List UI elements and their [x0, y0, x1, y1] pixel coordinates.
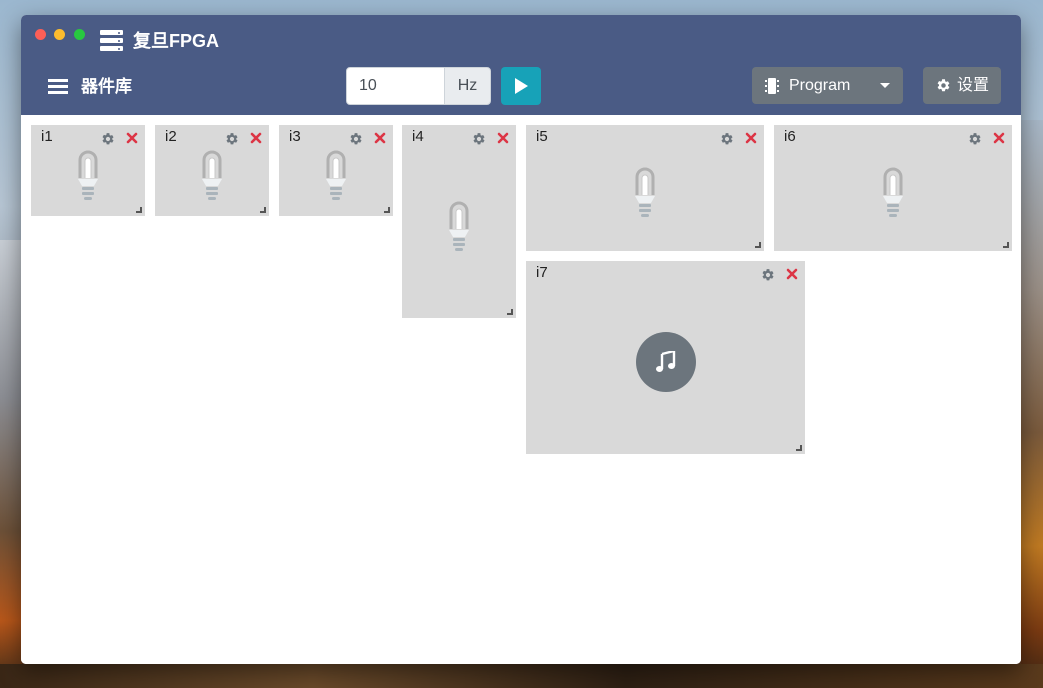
- resize-handle[interactable]: [136, 207, 142, 213]
- music-note-icon: [656, 351, 676, 372]
- widget-label: i6: [784, 128, 796, 145]
- settings-button[interactable]: 设置: [923, 67, 1001, 104]
- widget-label: i4: [412, 128, 424, 145]
- play-icon: [515, 78, 528, 94]
- gear-icon[interactable]: [720, 132, 734, 146]
- gear-icon[interactable]: [472, 132, 486, 146]
- light-bulb-icon: [78, 150, 98, 200]
- close-icon[interactable]: [125, 131, 139, 145]
- gear-icon[interactable]: [225, 132, 239, 146]
- desktop-wallpaper-right: [1021, 120, 1043, 688]
- widget-i5[interactable]: i5: [526, 125, 764, 251]
- chevron-down-icon[interactable]: [880, 83, 890, 88]
- app-title: 复旦FPGA: [133, 31, 220, 51]
- light-bulb-icon: [202, 150, 222, 200]
- widget-label: i5: [536, 128, 548, 145]
- desktop-wallpaper-left: [0, 240, 22, 688]
- light-bulb-icon: [449, 201, 469, 251]
- resize-handle[interactable]: [260, 207, 266, 213]
- close-icon[interactable]: [992, 131, 1006, 145]
- widget-i6[interactable]: i6: [774, 125, 1012, 251]
- gear-icon[interactable]: [349, 132, 363, 146]
- close-icon[interactable]: [744, 131, 758, 145]
- close-icon[interactable]: [249, 131, 263, 145]
- program-label: Program: [789, 77, 851, 94]
- close-icon[interactable]: [785, 267, 799, 281]
- widget-label: i1: [41, 128, 53, 145]
- resize-handle[interactable]: [1003, 242, 1009, 248]
- gear-icon[interactable]: [761, 268, 775, 282]
- title-bar: 复旦FPGA 器件库 Hz: [21, 15, 1021, 115]
- resize-handle[interactable]: [796, 445, 802, 451]
- run-button[interactable]: [501, 67, 541, 105]
- widget-i2[interactable]: i2: [155, 125, 269, 216]
- widget-label: i3: [289, 128, 301, 145]
- component-library-label: 器件库: [81, 77, 132, 96]
- widget-i1[interactable]: i1: [31, 125, 145, 216]
- close-icon[interactable]: [373, 131, 387, 145]
- light-bulb-icon: [326, 150, 346, 200]
- program-button[interactable]: Program: [752, 67, 903, 104]
- server-icon: [100, 30, 123, 51]
- widget-label: i2: [165, 128, 177, 145]
- window-minimize-button[interactable]: [54, 29, 65, 40]
- settings-label: 设置: [957, 77, 990, 94]
- frequency-input[interactable]: [346, 67, 445, 105]
- gear-icon[interactable]: [101, 132, 115, 146]
- app-window: 复旦FPGA 器件库 Hz: [21, 15, 1021, 664]
- gear-icon[interactable]: [968, 132, 982, 146]
- widget-i3[interactable]: i3: [279, 125, 393, 216]
- frequency-input-group: Hz: [346, 67, 491, 105]
- close-icon[interactable]: [496, 131, 510, 145]
- widget-i7[interactable]: i7: [526, 261, 805, 454]
- light-bulb-icon: [635, 167, 655, 217]
- frequency-unit: Hz: [444, 67, 491, 105]
- hamburger-icon: [48, 79, 68, 95]
- chip-icon: [765, 78, 779, 94]
- desktop-wallpaper-bottom: [0, 664, 1043, 688]
- window-maximize-button[interactable]: [74, 29, 85, 40]
- resize-handle[interactable]: [755, 242, 761, 248]
- resize-handle[interactable]: [384, 207, 390, 213]
- light-bulb-icon: [883, 167, 903, 217]
- buzzer-button[interactable]: [636, 332, 696, 392]
- window-close-button[interactable]: [35, 29, 46, 40]
- device-canvas: i1 i2 i3 i4 i5 i6 i7: [21, 115, 1021, 664]
- widget-i4[interactable]: i4: [402, 125, 516, 318]
- resize-handle[interactable]: [507, 309, 513, 315]
- gear-icon: [937, 79, 950, 92]
- widget-label: i7: [536, 264, 548, 281]
